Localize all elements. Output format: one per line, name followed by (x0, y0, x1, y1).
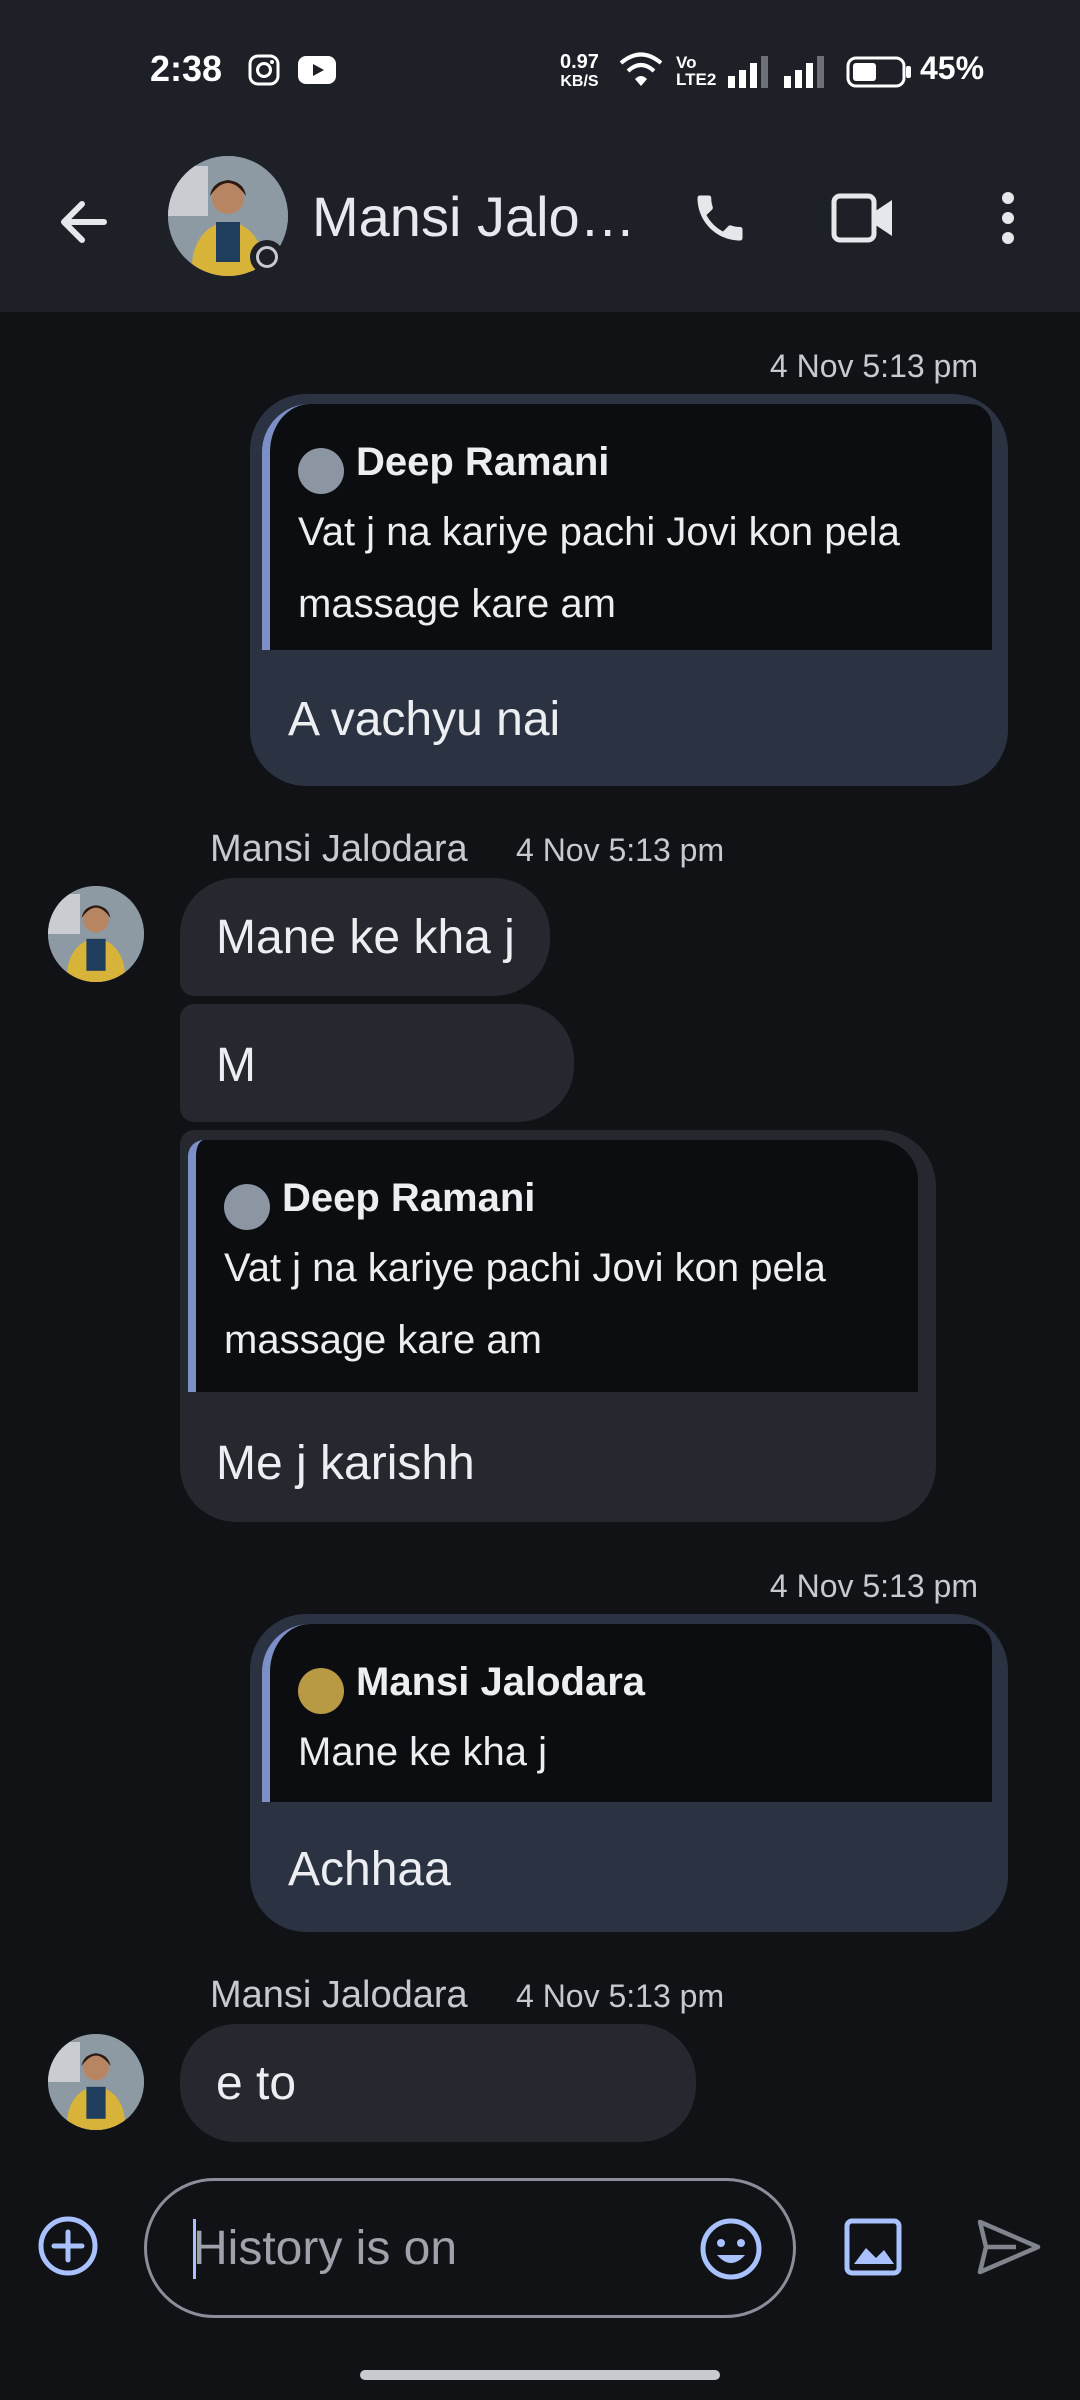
quoted-sender: Deep Ramani (298, 440, 609, 494)
emoji-icon[interactable] (699, 2217, 763, 2281)
quoted-avatar (224, 1183, 270, 1230)
signal-icon (784, 56, 824, 88)
sender-avatar[interactable] (48, 2034, 144, 2130)
conversation-header: Mansi Jalo… (0, 140, 1080, 312)
message-text: Achhaa (288, 1843, 451, 1896)
contact-name[interactable]: Mansi Jalo… (312, 184, 636, 249)
image-icon[interactable] (844, 2218, 902, 2276)
quoted-avatar (298, 1667, 344, 1714)
quoted-sender-name: Deep Ramani (356, 440, 610, 484)
message-timestamp: 4 Nov 5:13 pm (769, 348, 978, 384)
message-text: M (216, 1039, 256, 1092)
battery-percent: 45% (920, 50, 985, 86)
incoming-message[interactable]: e to (180, 2024, 696, 2142)
message-timestamp: 4 Nov 5:13 pm (516, 1978, 725, 2014)
sender-name: Mansi Jalodara (210, 828, 468, 870)
input-placeholder: History is on (193, 2222, 458, 2275)
sender-name: Mansi Jalodara (210, 1974, 468, 2016)
home-indicator[interactable] (360, 2370, 720, 2380)
incoming-reply-message[interactable]: Deep Ramani Vat j na kariye pachi Jovi k… (180, 1130, 936, 1522)
status-dot (250, 240, 284, 274)
quoted-sender: Mansi Jalodara (298, 1660, 645, 1714)
status-bar: 2:38 0.97 KB/S Vo LTE2 45% (0, 0, 1080, 140)
volte-top: Vo (676, 53, 697, 72)
quoted-sender-name: Mansi Jalodara (356, 1660, 646, 1704)
message-text: Me j karishh (216, 1437, 475, 1490)
network-speed: 0.97 KB/S (560, 52, 599, 92)
quoted-avatar (298, 447, 344, 494)
quoted-text: Mane ke kha j (298, 1730, 548, 1774)
wifi-icon (619, 52, 663, 86)
video-call-icon[interactable] (830, 190, 896, 246)
signal-icon (728, 56, 768, 88)
youtube-icon (298, 56, 336, 84)
quoted-message[interactable]: Deep Ramani Vat j na kariye pachi Jovi k… (188, 1140, 918, 1392)
sender-avatar[interactable] (48, 886, 144, 982)
add-circle-icon[interactable] (36, 2214, 100, 2278)
speed-unit: KB/S (560, 73, 599, 90)
message-timestamp: 4 Nov 5:13 pm (516, 832, 725, 868)
quoted-message[interactable]: Mansi Jalodara Mane ke kha j (262, 1624, 992, 1802)
quoted-text: Vat j na kariye pachi Jovi kon pela mass… (224, 1246, 826, 1362)
incoming-message[interactable]: M (180, 1004, 574, 1122)
quoted-text: Vat j na kariye pachi Jovi kon pela mass… (298, 510, 900, 626)
message-text: A vachyu nai (288, 693, 561, 746)
back-arrow-icon[interactable] (52, 190, 116, 254)
speed-value: 0.97 (560, 51, 599, 73)
more-vert-icon[interactable] (990, 186, 1026, 250)
incoming-message[interactable]: Mane ke kha j (180, 878, 550, 996)
send-icon[interactable] (976, 2218, 1042, 2276)
message-timestamp: 4 Nov 5:13 pm (769, 1568, 978, 1604)
outgoing-reply-message[interactable]: Deep Ramani Vat j na kariye pachi Jovi k… (250, 394, 1008, 786)
instagram-icon (248, 54, 280, 86)
quoted-sender-name: Deep Ramani (282, 1176, 536, 1220)
volte-bottom: LTE2 (676, 70, 717, 89)
volte-indicator: Vo LTE2 (676, 54, 716, 88)
message-input[interactable]: History is on (144, 2178, 796, 2318)
quoted-message[interactable]: Deep Ramani Vat j na kariye pachi Jovi k… (262, 404, 992, 650)
battery-icon (846, 56, 911, 88)
phone-icon[interactable] (690, 186, 750, 250)
outgoing-reply-message[interactable]: Mansi Jalodara Mane ke kha j Achhaa (250, 1614, 1008, 1932)
status-time: 2:38 (150, 48, 223, 89)
quoted-sender: Deep Ramani (224, 1176, 535, 1230)
message-text: Mane ke kha j (216, 911, 515, 964)
message-text: e to (216, 2057, 297, 2110)
